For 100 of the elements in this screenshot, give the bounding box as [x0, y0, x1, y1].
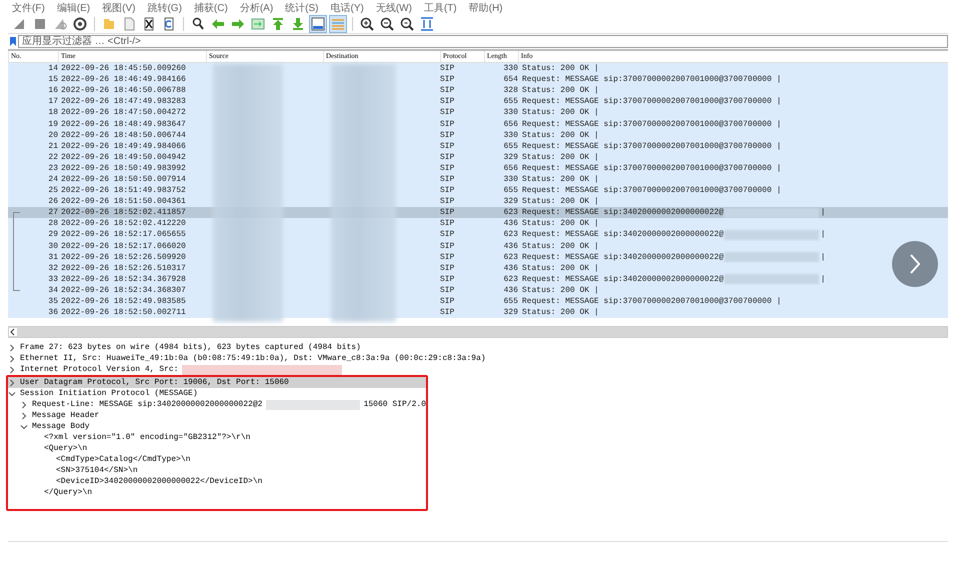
gear-icon[interactable]: [71, 15, 89, 33]
tree-text: <SN>375104</SN>\n: [56, 466, 138, 476]
table-cell-text: SIP: [440, 118, 456, 130]
menu-item[interactable]: 视图(V): [102, 0, 136, 14]
table-cell: |: [820, 230, 826, 240]
tree-text: Frame 27: 623 bytes on wire (4984 bits), 623 bytes captured (4984 bits): [20, 343, 361, 352]
tree-row[interactable]: Frame 27: 623 bytes on wire (4984 bits), 623 bytes captured (4984 bits): [8, 342, 948, 354]
table-cell-text: 33: [47, 274, 58, 285]
table-cell-text: 329: [502, 307, 518, 318]
table-cell-text: 2022-09-26 18:52:17.066020: [60, 240, 187, 252]
menu-item[interactable]: 无线(W): [376, 0, 412, 14]
table-cell-text: 2022-09-26 18:48:50.006744: [60, 130, 187, 141]
table-cell: Status: 200 OK |: [522, 242, 599, 251]
zoom-in-icon[interactable]: [358, 15, 376, 33]
table-cell-text: 16: [47, 85, 58, 96]
table-cell: Status: 200 OK |: [522, 108, 599, 118]
tree-row[interactable]: Message Body: [8, 421, 426, 432]
table-cell: Status: 200 OK |: [522, 286, 599, 295]
tree-row[interactable]: Session Initiation Protocol (MESSAGE): [8, 388, 426, 400]
tree-text: </Query>\n: [44, 488, 92, 498]
table-cell-text: 30: [47, 240, 58, 252]
tree-row[interactable]: Ethernet II, Src: HuaweiTe_49:1b:0a (b0:08:75:49:1b:0a), Dst: VMware_c8:3a:9a (00:0c:29:c8:3a:9a): [8, 353, 948, 364]
table-cell-text: 436: [502, 284, 518, 296]
table-cell-text: 2022-09-26 18:49:50.004942: [60, 152, 187, 163]
table-cell-text: 2022-09-26 18:48:49.983647: [60, 118, 187, 130]
table-cell: Status: 200 OK |: [522, 64, 599, 74]
table-cell-text: 2022-09-26 18:51:49.983752: [60, 185, 187, 196]
table-cell-text: 623: [502, 252, 518, 263]
table-cell-text: 21: [47, 140, 58, 152]
table-cell-text: 25: [47, 185, 58, 196]
menu-item[interactable]: 文件(F): [12, 0, 45, 14]
table-cell: Status: 200 OK |: [522, 86, 599, 96]
menu-item[interactable]: 跳转(G): [147, 0, 182, 14]
table-cell-text: 2022-09-26 18:47:49.983283: [60, 96, 187, 108]
menu-item[interactable]: 统计(S): [285, 0, 318, 14]
tree-row[interactable]: <CmdType>Catalog</CmdType>\n: [8, 454, 426, 466]
scrollbar[interactable]: [8, 326, 948, 338]
table-cell-text: 2022-09-26 18:50:49.983992: [60, 162, 187, 174]
tree-row[interactable]: Internet Protocol Version 4, Src:: [8, 364, 948, 376]
table-cell: Request: MESSAGE sip:37007000002007001000@3700700000 |: [522, 297, 782, 306]
table-cell: Request: MESSAGE sip:34020000002000000022@: [522, 252, 724, 262]
menu-item[interactable]: 工具(T): [424, 0, 457, 14]
table-cell: Request: MESSAGE sip:34020000002000000022@: [522, 230, 724, 240]
table-cell-text: SIP: [440, 207, 456, 218]
tree-row[interactable]: <?xml version="1.0" encoding="GB2312"?>\r\n: [8, 432, 426, 444]
resize-columns-icon[interactable]: [418, 15, 436, 33]
tree-row[interactable]: Request-Line: MESSAGE sip:34020000002000000022@2 15060 SIP/2.0: [8, 399, 426, 410]
tree-row[interactable]: </Query>\n: [8, 487, 426, 498]
table-cell-text: 2022-09-26 18:52:26.510317: [60, 262, 187, 274]
bookmark-icon[interactable]: [10, 37, 16, 46]
tree-row[interactable]: <SN>375104</SN>\n: [8, 465, 426, 476]
table-cell-text: 2022-09-26 18:52:17.065655: [60, 229, 187, 240]
zoom-reset-icon[interactable]: [398, 15, 416, 33]
table-cell-text: 2022-09-26 18:46:49.984166: [60, 74, 187, 86]
table-cell-text: 26: [47, 196, 58, 208]
table-cell: Request: MESSAGE sip:34020000002000000022@: [522, 208, 724, 218]
menu-item[interactable]: 编辑(E): [56, 0, 90, 14]
menu-item[interactable]: 分析(A): [240, 0, 274, 14]
zoom-out-icon[interactable]: [378, 15, 396, 33]
table-cell-text: 656: [502, 118, 518, 130]
menu-item[interactable]: 捕获(C): [194, 0, 228, 14]
table-cell-text: 330: [502, 174, 518, 185]
table-cell: |: [820, 208, 826, 218]
table-cell-text: 623: [502, 229, 518, 240]
tree-row[interactable]: <Query>\n: [8, 443, 426, 454]
menu-item[interactable]: 电话(Y): [330, 0, 364, 14]
table-cell-text: 2022-09-26 18:51:50.004361: [60, 196, 187, 208]
table-cell-text: 2022-09-26 18:47:50.004272: [60, 107, 187, 118]
table-cell: Request: MESSAGE sip:34020000002000000022@: [522, 274, 724, 284]
left-arrow-icon[interactable]: [9, 328, 17, 336]
tree-text: Ethernet II, Src: HuaweiTe_49:1b:0a (b0:08:75:49:1b:0a), Dst: VMware_c8:3a:9a (00:0c:29:c8:3a:9a): [20, 354, 486, 364]
autoscroll-icon[interactable]: [309, 15, 327, 33]
tree-row[interactable]: User Datagram Protocol, Src Port: 19006, Dst Port: 15060: [8, 377, 426, 388]
table-cell-text: SIP: [440, 185, 456, 196]
menu-item[interactable]: 帮助(H): [468, 0, 503, 14]
table-cell-text: SIP: [440, 130, 456, 141]
table-cell-text: SIP: [440, 240, 456, 252]
table-cell-text: 436: [502, 218, 518, 230]
table-cell-text: 2022-09-26 18:52:26.509920: [60, 252, 187, 263]
table-cell: Request: MESSAGE sip:37007000002007001000@3700700000 |: [522, 142, 782, 151]
tree-text: User Datagram Protocol, Src Port: 19006, Dst Port: 15060: [20, 378, 289, 388]
table-cell: Request: MESSAGE sip:37007000002007001000@3700700000 |: [522, 75, 782, 84]
table-cell: Request: MESSAGE sip:37007000002007001000@3700700000 |: [522, 186, 782, 196]
colorize-icon[interactable]: [329, 15, 347, 33]
table-cell-text: SIP: [440, 74, 456, 86]
table-cell: Status: 200 OK |: [522, 264, 599, 273]
tree-text: Request-Line: MESSAGE sip:34020000002000000022@2: [32, 400, 262, 410]
table-cell: Request: MESSAGE sip:37007000002007001000@3700700000 |: [522, 164, 782, 173]
table-cell-text: 2022-09-26 18:52:02.412220: [60, 218, 187, 230]
table-cell-text: SIP: [440, 218, 456, 230]
tree-row[interactable]: <DeviceID>34020000002000000022</DeviceID>\n: [8, 476, 426, 488]
table-cell-text: 31: [47, 252, 58, 263]
table-cell-text: 654: [502, 74, 518, 86]
table-cell: Status: 200 OK |: [522, 197, 599, 206]
tree-row[interactable]: Message Header: [8, 410, 426, 422]
tree-text: 15060 SIP/2.0: [364, 400, 426, 410]
table-cell-text: 24: [47, 174, 58, 185]
table-cell-text: 655: [502, 296, 518, 308]
table-cell-text: SIP: [440, 140, 456, 152]
table-cell: |: [820, 274, 826, 284]
